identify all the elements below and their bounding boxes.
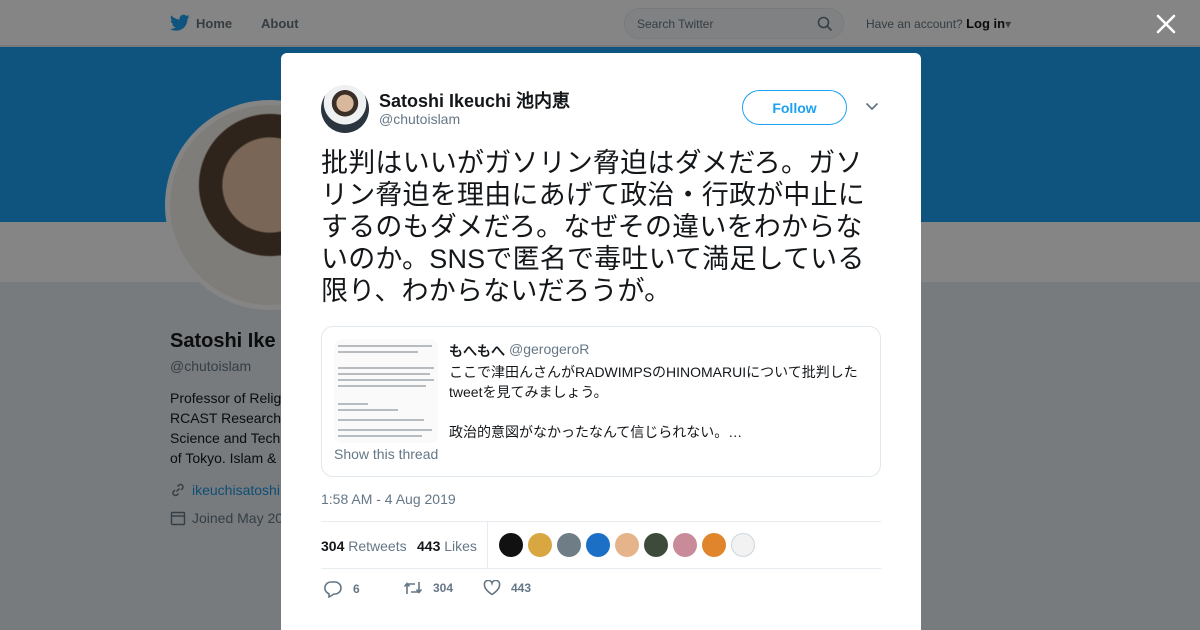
liker-avatar[interactable] — [702, 533, 726, 557]
author-avatar[interactable] — [321, 85, 369, 133]
liker-avatar[interactable] — [586, 533, 610, 557]
reply-button[interactable]: 6 — [323, 580, 360, 598]
quoted-author-name: もへもへ — [449, 343, 505, 359]
like-action-count: 443 — [511, 581, 532, 595]
show-thread-link[interactable]: Show this thread — [334, 446, 438, 462]
liker-avatars — [499, 533, 755, 557]
quoted-tweet-image[interactable] — [334, 339, 438, 443]
retweets-label: Retweets — [348, 538, 407, 554]
retweet-button[interactable]: 304 — [403, 580, 453, 596]
chevron-down-icon[interactable] — [865, 101, 879, 111]
close-icon[interactable] — [1154, 12, 1178, 36]
liker-avatar[interactable] — [615, 533, 639, 557]
quoted-author-handle: @gerogeroR — [509, 341, 590, 357]
retweets-stat[interactable]: 304 Retweets — [321, 538, 407, 554]
liker-avatar[interactable] — [673, 533, 697, 557]
retweet-action-count: 304 — [433, 581, 454, 595]
reply-count: 6 — [353, 582, 360, 596]
liker-avatar[interactable] — [644, 533, 668, 557]
liker-avatar[interactable] — [528, 533, 552, 557]
liker-avatar[interactable] — [731, 533, 755, 557]
likes-label: Likes — [444, 538, 477, 554]
retweets-count: 304 — [321, 538, 345, 554]
tweet-timestamp[interactable]: 1:58 AM - 4 Aug 2019 — [321, 491, 456, 507]
likes-count: 443 — [417, 538, 441, 554]
tweet-stats: 304 Retweets 443 Likes — [321, 521, 881, 569]
stats-divider — [487, 522, 488, 568]
like-button[interactable]: 443 — [483, 580, 531, 596]
quoted-tweet-text: ここで津田んさんがRADWIMPSのHINOMARUIについて批判したtweet… — [449, 364, 858, 440]
follow-button[interactable]: Follow — [742, 90, 847, 125]
tweet-text: 批判はいいがガソリン脅迫はダメだろ。ガソリン脅迫を理由にあげて政治・行政が中止に… — [321, 148, 865, 306]
reply-icon — [324, 581, 342, 598]
tweet-actions: 6 304 443 — [321, 580, 881, 604]
liker-avatar[interactable] — [499, 533, 523, 557]
author-name[interactable]: Satoshi Ikeuchi 池内恵 — [379, 87, 570, 113]
author-handle[interactable]: @chutoislam — [379, 111, 460, 127]
tweet-modal: Satoshi Ikeuchi 池内恵 @chutoislam Follow 批… — [281, 53, 921, 630]
heart-icon — [483, 580, 501, 596]
retweet-icon — [403, 582, 423, 594]
quoted-tweet[interactable]: もへもへ @gerogeroR ここで津田んさんがRADWIMPSのHINOMA… — [321, 326, 881, 477]
likes-stat[interactable]: 443 Likes — [417, 538, 477, 554]
liker-avatar[interactable] — [557, 533, 581, 557]
